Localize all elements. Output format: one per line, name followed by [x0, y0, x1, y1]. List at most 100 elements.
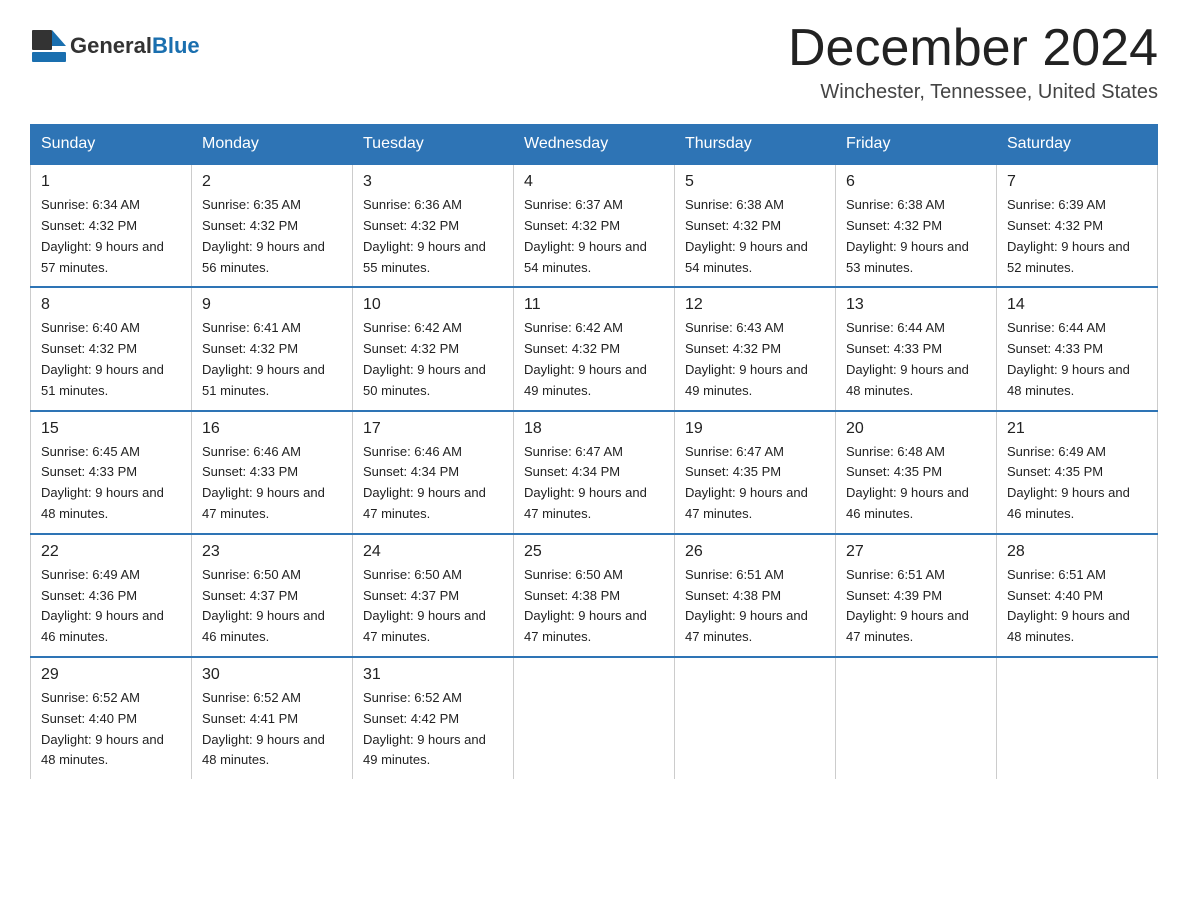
header: GeneralBlue December 2024 Winchester, Te…: [30, 20, 1158, 104]
day-cell-13: 13 Sunrise: 6:44 AM Sunset: 4:33 PM Dayl…: [836, 287, 997, 410]
day-number: 1: [41, 173, 181, 191]
day-cell-25: 25 Sunrise: 6:50 AM Sunset: 4:38 PM Dayl…: [514, 534, 675, 657]
day-cell-19: 19 Sunrise: 6:47 AM Sunset: 4:35 PM Dayl…: [675, 411, 836, 534]
day-number: 10: [363, 296, 503, 314]
day-info: Sunrise: 6:41 AM Sunset: 4:32 PM Dayligh…: [202, 318, 342, 401]
day-info: Sunrise: 6:44 AM Sunset: 4:33 PM Dayligh…: [846, 318, 986, 401]
day-info: Sunrise: 6:51 AM Sunset: 4:38 PM Dayligh…: [685, 565, 825, 648]
day-number: 22: [41, 543, 181, 561]
day-info: Sunrise: 6:50 AM Sunset: 4:38 PM Dayligh…: [524, 565, 664, 648]
day-info: Sunrise: 6:52 AM Sunset: 4:41 PM Dayligh…: [202, 688, 342, 771]
day-info: Sunrise: 6:52 AM Sunset: 4:42 PM Dayligh…: [363, 688, 503, 771]
day-number: 11: [524, 296, 664, 314]
day-number: 31: [363, 666, 503, 684]
day-cell-35: [997, 657, 1158, 779]
day-cell-15: 15 Sunrise: 6:45 AM Sunset: 4:33 PM Dayl…: [31, 411, 192, 534]
header-saturday: Saturday: [997, 125, 1158, 165]
day-number: 5: [685, 173, 825, 191]
day-info: Sunrise: 6:52 AM Sunset: 4:40 PM Dayligh…: [41, 688, 181, 771]
day-info: Sunrise: 6:51 AM Sunset: 4:39 PM Dayligh…: [846, 565, 986, 648]
day-number: 27: [846, 543, 986, 561]
day-info: Sunrise: 6:42 AM Sunset: 4:32 PM Dayligh…: [363, 318, 503, 401]
day-cell-31: 31 Sunrise: 6:52 AM Sunset: 4:42 PM Dayl…: [353, 657, 514, 779]
day-cell-6: 6 Sunrise: 6:38 AM Sunset: 4:32 PM Dayli…: [836, 164, 997, 287]
day-cell-17: 17 Sunrise: 6:46 AM Sunset: 4:34 PM Dayl…: [353, 411, 514, 534]
day-number: 20: [846, 420, 986, 438]
day-number: 16: [202, 420, 342, 438]
day-info: Sunrise: 6:36 AM Sunset: 4:32 PM Dayligh…: [363, 195, 503, 278]
day-cell-22: 22 Sunrise: 6:49 AM Sunset: 4:36 PM Dayl…: [31, 534, 192, 657]
day-number: 8: [41, 296, 181, 314]
logo: GeneralBlue: [30, 28, 200, 64]
day-cell-34: [836, 657, 997, 779]
day-cell-8: 8 Sunrise: 6:40 AM Sunset: 4:32 PM Dayli…: [31, 287, 192, 410]
week-row-2: 8 Sunrise: 6:40 AM Sunset: 4:32 PM Dayli…: [31, 287, 1158, 410]
day-cell-26: 26 Sunrise: 6:51 AM Sunset: 4:38 PM Dayl…: [675, 534, 836, 657]
week-row-4: 22 Sunrise: 6:49 AM Sunset: 4:36 PM Dayl…: [31, 534, 1158, 657]
day-number: 13: [846, 296, 986, 314]
day-info: Sunrise: 6:51 AM Sunset: 4:40 PM Dayligh…: [1007, 565, 1147, 648]
logo-general-text: General: [70, 33, 152, 58]
day-number: 18: [524, 420, 664, 438]
day-info: Sunrise: 6:37 AM Sunset: 4:32 PM Dayligh…: [524, 195, 664, 278]
day-cell-16: 16 Sunrise: 6:46 AM Sunset: 4:33 PM Dayl…: [192, 411, 353, 534]
day-number: 7: [1007, 173, 1147, 191]
day-info: Sunrise: 6:45 AM Sunset: 4:33 PM Dayligh…: [41, 442, 181, 525]
logo-blue-text: Blue: [152, 33, 200, 58]
day-number: 24: [363, 543, 503, 561]
day-info: Sunrise: 6:49 AM Sunset: 4:36 PM Dayligh…: [41, 565, 181, 648]
day-number: 25: [524, 543, 664, 561]
day-cell-32: [514, 657, 675, 779]
title-area: December 2024 Winchester, Tennessee, Uni…: [788, 20, 1158, 104]
day-number: 26: [685, 543, 825, 561]
day-info: Sunrise: 6:39 AM Sunset: 4:32 PM Dayligh…: [1007, 195, 1147, 278]
day-info: Sunrise: 6:38 AM Sunset: 4:32 PM Dayligh…: [846, 195, 986, 278]
week-row-5: 29 Sunrise: 6:52 AM Sunset: 4:40 PM Dayl…: [31, 657, 1158, 779]
day-info: Sunrise: 6:35 AM Sunset: 4:32 PM Dayligh…: [202, 195, 342, 278]
day-cell-1: 1 Sunrise: 6:34 AM Sunset: 4:32 PM Dayli…: [31, 164, 192, 287]
day-cell-28: 28 Sunrise: 6:51 AM Sunset: 4:40 PM Dayl…: [997, 534, 1158, 657]
day-number: 23: [202, 543, 342, 561]
day-cell-2: 2 Sunrise: 6:35 AM Sunset: 4:32 PM Dayli…: [192, 164, 353, 287]
day-info: Sunrise: 6:38 AM Sunset: 4:32 PM Dayligh…: [685, 195, 825, 278]
day-info: Sunrise: 6:40 AM Sunset: 4:32 PM Dayligh…: [41, 318, 181, 401]
day-cell-10: 10 Sunrise: 6:42 AM Sunset: 4:32 PM Dayl…: [353, 287, 514, 410]
day-info: Sunrise: 6:46 AM Sunset: 4:34 PM Dayligh…: [363, 442, 503, 525]
day-cell-7: 7 Sunrise: 6:39 AM Sunset: 4:32 PM Dayli…: [997, 164, 1158, 287]
day-number: 4: [524, 173, 664, 191]
day-number: 19: [685, 420, 825, 438]
day-number: 12: [685, 296, 825, 314]
day-cell-24: 24 Sunrise: 6:50 AM Sunset: 4:37 PM Dayl…: [353, 534, 514, 657]
day-cell-20: 20 Sunrise: 6:48 AM Sunset: 4:35 PM Dayl…: [836, 411, 997, 534]
day-cell-3: 3 Sunrise: 6:36 AM Sunset: 4:32 PM Dayli…: [353, 164, 514, 287]
week-row-3: 15 Sunrise: 6:45 AM Sunset: 4:33 PM Dayl…: [31, 411, 1158, 534]
day-cell-33: [675, 657, 836, 779]
day-info: Sunrise: 6:48 AM Sunset: 4:35 PM Dayligh…: [846, 442, 986, 525]
header-friday: Friday: [836, 125, 997, 165]
month-title: December 2024: [788, 20, 1158, 77]
day-info: Sunrise: 6:49 AM Sunset: 4:35 PM Dayligh…: [1007, 442, 1147, 525]
day-number: 21: [1007, 420, 1147, 438]
day-info: Sunrise: 6:46 AM Sunset: 4:33 PM Dayligh…: [202, 442, 342, 525]
day-info: Sunrise: 6:44 AM Sunset: 4:33 PM Dayligh…: [1007, 318, 1147, 401]
day-number: 6: [846, 173, 986, 191]
day-info: Sunrise: 6:43 AM Sunset: 4:32 PM Dayligh…: [685, 318, 825, 401]
day-cell-4: 4 Sunrise: 6:37 AM Sunset: 4:32 PM Dayli…: [514, 164, 675, 287]
day-cell-18: 18 Sunrise: 6:47 AM Sunset: 4:34 PM Dayl…: [514, 411, 675, 534]
header-thursday: Thursday: [675, 125, 836, 165]
day-number: 28: [1007, 543, 1147, 561]
day-info: Sunrise: 6:47 AM Sunset: 4:34 PM Dayligh…: [524, 442, 664, 525]
header-monday: Monday: [192, 125, 353, 165]
logo-icon: [30, 28, 66, 64]
day-info: Sunrise: 6:50 AM Sunset: 4:37 PM Dayligh…: [363, 565, 503, 648]
day-info: Sunrise: 6:34 AM Sunset: 4:32 PM Dayligh…: [41, 195, 181, 278]
header-wednesday: Wednesday: [514, 125, 675, 165]
day-number: 17: [363, 420, 503, 438]
day-number: 29: [41, 666, 181, 684]
header-sunday: Sunday: [31, 125, 192, 165]
day-info: Sunrise: 6:47 AM Sunset: 4:35 PM Dayligh…: [685, 442, 825, 525]
day-number: 2: [202, 173, 342, 191]
day-cell-12: 12 Sunrise: 6:43 AM Sunset: 4:32 PM Dayl…: [675, 287, 836, 410]
location-subtitle: Winchester, Tennessee, United States: [788, 81, 1158, 104]
day-info: Sunrise: 6:42 AM Sunset: 4:32 PM Dayligh…: [524, 318, 664, 401]
